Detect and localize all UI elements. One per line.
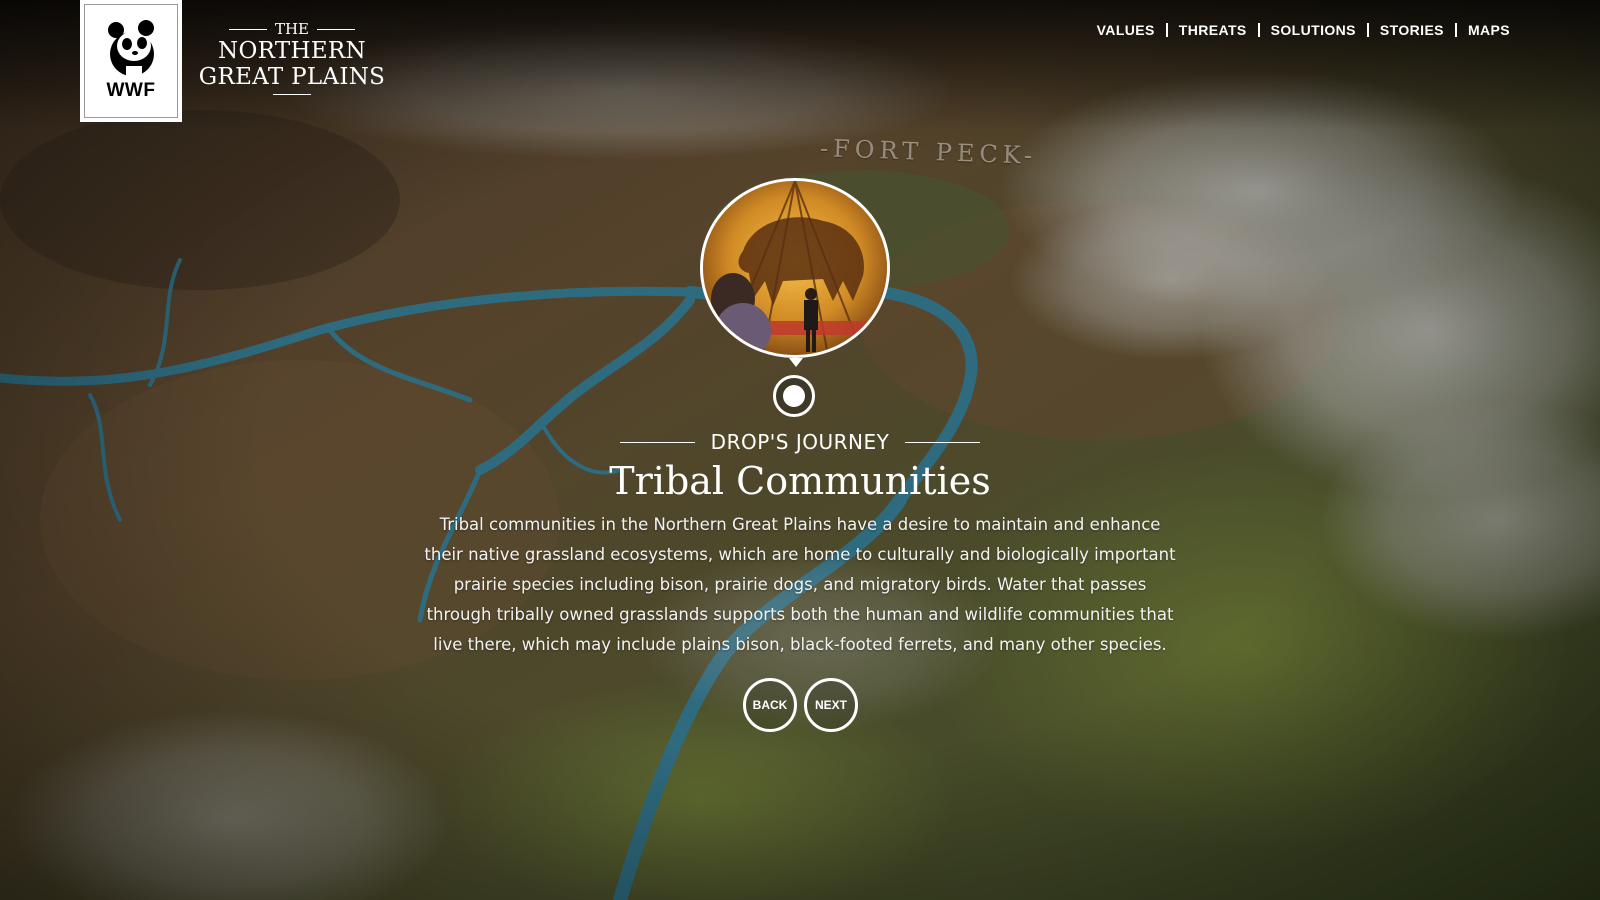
nav-threats[interactable]: THREATS — [1168, 21, 1258, 39]
nav-stories[interactable]: STORIES — [1369, 21, 1455, 39]
wwf-logo-text: WWF — [106, 80, 156, 101]
main-nav: VALUES THREATS SOLUTIONS STORIES MAPS — [1086, 21, 1510, 39]
story-title: Tribal Communities — [609, 459, 991, 503]
story-location-marker[interactable] — [773, 375, 815, 417]
back-button[interactable]: BACK — [743, 678, 797, 732]
site-title-the: THE — [192, 20, 392, 38]
story-photo[interactable] — [700, 178, 890, 358]
site-title-line-1: NORTHERN — [218, 38, 366, 64]
panda-icon — [108, 20, 154, 78]
site-title-line-2: GREAT PLAINS — [198, 64, 386, 90]
story-eyebrow-text: DROP'S JOURNEY — [710, 430, 890, 454]
site-title[interactable]: THE NORTHERN GREAT PLAINS — [192, 20, 392, 95]
story-body: Tribal communities in the Northern Great… — [424, 515, 1176, 654]
site-title-underline — [273, 94, 311, 95]
nav-values[interactable]: VALUES — [1086, 21, 1166, 39]
eyebrow-rule-left — [619, 441, 695, 443]
eyebrow-rule-right — [905, 441, 981, 443]
photo-pointer — [789, 358, 803, 367]
nav-solutions[interactable]: SOLUTIONS — [1260, 21, 1367, 39]
nav-maps[interactable]: MAPS — [1457, 21, 1510, 39]
story-eyebrow: DROP'S JOURNEY — [600, 430, 1000, 454]
next-button[interactable]: NEXT — [804, 678, 858, 732]
wwf-logo[interactable]: WWF — [80, 0, 182, 122]
